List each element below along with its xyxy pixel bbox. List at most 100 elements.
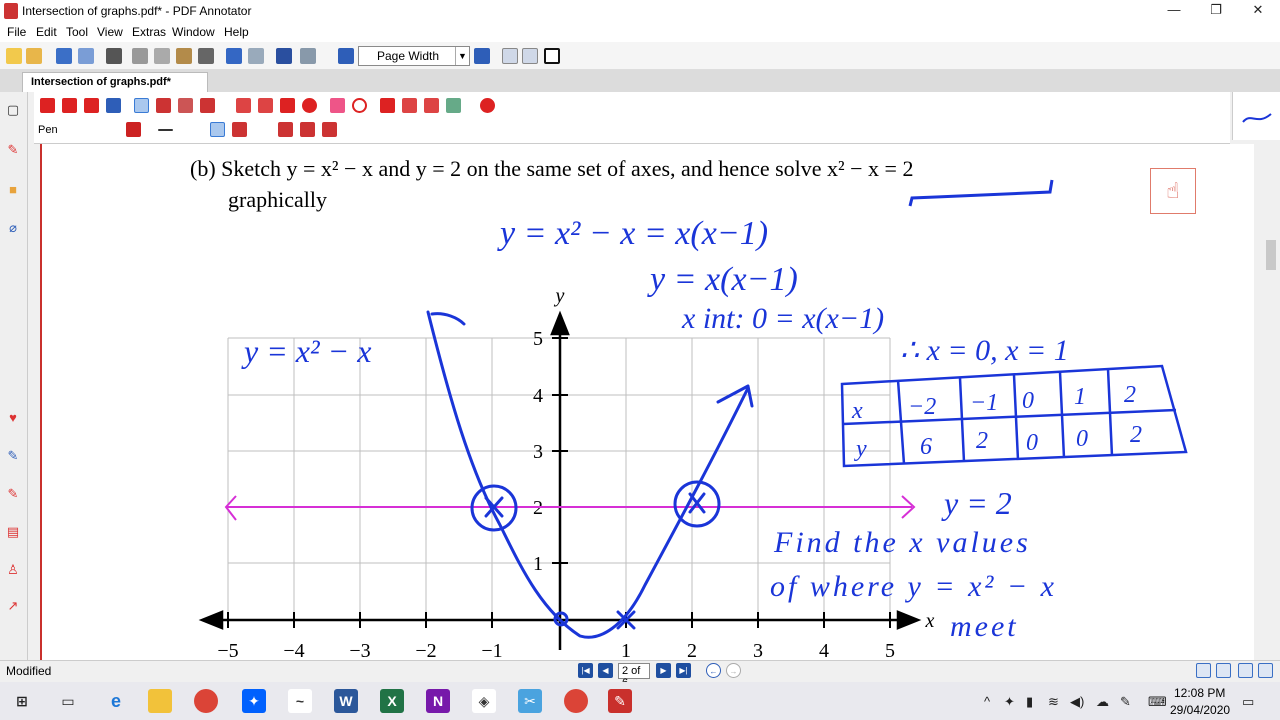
menu-file[interactable]: File [7, 25, 26, 39]
open-icon[interactable] [26, 48, 42, 64]
vertical-scrollbar[interactable] [1262, 144, 1280, 660]
clock-date[interactable]: 29/04/2020 [1170, 703, 1230, 717]
menu-help[interactable]: Help [224, 25, 249, 39]
tray-chevron-up-icon[interactable]: ^ [984, 694, 990, 709]
arrow-icon[interactable]: ↗ [5, 598, 21, 614]
single-page-icon[interactable] [502, 48, 518, 64]
view-grid-icon[interactable] [1258, 663, 1273, 678]
tray-volume-icon[interactable]: ◀) [1070, 694, 1084, 710]
task-view-icon[interactable]: ▭ [56, 689, 80, 713]
strikeout-icon[interactable] [322, 122, 337, 137]
view-continuous-icon[interactable] [1216, 663, 1231, 678]
cut-icon[interactable] [132, 48, 148, 64]
text-size-icon[interactable] [300, 122, 315, 137]
redo-icon[interactable] [248, 48, 264, 64]
folder-icon[interactable]: ■ [5, 182, 21, 198]
forward-icon[interactable]: → [726, 663, 741, 678]
photos-icon[interactable]: ◈ [472, 689, 496, 713]
ruler-icon[interactable] [424, 98, 439, 113]
crop-icon[interactable] [402, 98, 417, 113]
eraser-icon[interactable] [330, 98, 345, 113]
text-format-icon[interactable] [278, 122, 293, 137]
zoom-select[interactable]: Page Width [358, 46, 470, 66]
delete-icon[interactable] [198, 48, 214, 64]
print-icon[interactable] [106, 48, 122, 64]
rectangle-tool-icon[interactable] [280, 98, 295, 113]
onenote-icon[interactable]: N [426, 689, 450, 713]
straight-pen-icon[interactable] [232, 122, 247, 137]
continuous-page-icon[interactable] [522, 48, 538, 64]
chrome-profile-icon[interactable] [564, 689, 588, 713]
highlighter-tool-icon[interactable] [156, 98, 171, 113]
menu-edit[interactable]: Edit [36, 25, 57, 39]
tray-onedrive-icon[interactable]: ☁ [1096, 694, 1109, 710]
arrow-tool-icon[interactable] [258, 98, 273, 113]
next-page-button[interactable]: ▶ [656, 663, 671, 678]
notifications-icon[interactable]: ▭ [1242, 694, 1254, 710]
zoom-out-icon[interactable] [338, 48, 354, 64]
chrome-icon[interactable] [194, 689, 218, 713]
tray-language-icon[interactable]: ⌨ [1148, 694, 1167, 710]
line-width-icon[interactable] [158, 129, 173, 131]
tray-wifi-icon[interactable]: ≋ [1048, 694, 1059, 710]
undo-icon[interactable] [226, 48, 242, 64]
hand-tool-overlay-icon[interactable]: ☝ [1150, 168, 1196, 214]
pen-icon[interactable]: ✎ [5, 142, 21, 158]
stamp2-icon[interactable]: ♙ [5, 562, 21, 578]
previous-page-button[interactable]: ◀ [598, 663, 613, 678]
camera-icon[interactable] [380, 98, 395, 113]
dropbox-icon[interactable]: ✦ [242, 689, 266, 713]
menu-extras[interactable]: Extras [132, 25, 166, 39]
zoom-tool-icon[interactable] [106, 98, 121, 113]
restore-button[interactable]: ❐ [1194, 0, 1238, 22]
menu-tool[interactable]: Tool [66, 25, 88, 39]
word-icon[interactable]: W [334, 689, 358, 713]
pdf-annotator-taskbar-icon[interactable]: ✎ [608, 689, 632, 713]
view-single-icon[interactable] [1196, 663, 1211, 678]
select-text-icon[interactable] [62, 98, 77, 113]
text-box-icon[interactable] [178, 98, 193, 113]
view-facing-icon[interactable] [1238, 663, 1253, 678]
image-insert-icon[interactable] [446, 98, 461, 113]
close-button[interactable]: ✕ [1236, 0, 1280, 22]
menu-window[interactable]: Window [172, 25, 215, 39]
first-page-button[interactable]: |◀ [578, 663, 593, 678]
layout-icon[interactable] [300, 48, 316, 64]
line-tool-icon[interactable] [236, 98, 251, 113]
menu-view[interactable]: View [97, 25, 123, 39]
pen-color-icon[interactable] [126, 122, 141, 137]
pen-tool-icon[interactable] [134, 98, 149, 113]
page-icon[interactable]: ▢ [5, 102, 21, 118]
paste-icon[interactable] [176, 48, 192, 64]
copy-icon[interactable] [154, 48, 170, 64]
find-icon[interactable] [276, 48, 292, 64]
highlighter-icon[interactable]: ✎ [5, 448, 21, 464]
back-icon[interactable]: ← [706, 663, 721, 678]
scrollbar-thumb[interactable] [1266, 240, 1276, 270]
new-icon[interactable] [6, 48, 22, 64]
whiteboard-icon[interactable]: ~ [288, 689, 312, 713]
lasso-icon[interactable] [352, 98, 367, 113]
smooth-pen-icon[interactable] [210, 122, 225, 137]
stamp-icon[interactable]: ▤ [5, 524, 21, 540]
zoom-in-icon[interactable] [474, 48, 490, 64]
last-page-button[interactable]: ▶| [676, 663, 691, 678]
favorite-icon[interactable]: ♥ [5, 410, 21, 426]
snipping-tool-icon[interactable]: ✂ [518, 689, 542, 713]
save-icon[interactable] [56, 48, 72, 64]
hand-tool-icon[interactable] [84, 98, 99, 113]
minimize-button[interactable]: — [1152, 0, 1196, 22]
select-icon[interactable] [40, 98, 55, 113]
stamp-tool-icon[interactable] [200, 98, 215, 113]
document-page[interactable] [40, 144, 1254, 660]
clock-time[interactable]: 12:08 PM [1174, 686, 1225, 700]
chevron-down-icon[interactable]: ▼ [455, 47, 469, 65]
tray-dropbox-icon[interactable]: ✦ [1004, 694, 1015, 710]
save-as-icon[interactable] [78, 48, 94, 64]
excel-icon[interactable]: X [380, 689, 404, 713]
ellipse-tool-icon[interactable] [302, 98, 317, 113]
tray-battery-icon[interactable]: ▮ [1026, 694, 1033, 710]
marker-icon[interactable]: ✎ [5, 486, 21, 502]
file-explorer-icon[interactable] [148, 689, 172, 713]
attachment-icon[interactable]: ⌀ [5, 220, 21, 236]
